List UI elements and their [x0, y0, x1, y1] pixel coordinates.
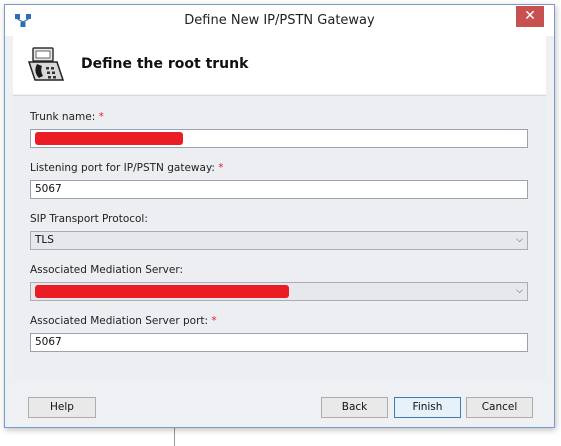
background-window-bottom: [0, 428, 561, 446]
sip-transport-label: SIP Transport Protocol:: [30, 213, 148, 225]
finish-button[interactable]: Finish: [394, 397, 461, 418]
chevron-down-icon: ⌵: [516, 235, 523, 245]
cancel-button[interactable]: Cancel: [466, 397, 533, 418]
fax-phone-icon: [27, 47, 65, 81]
mediation-server-select[interactable]: ⌵: [30, 282, 528, 301]
button-bar: Help Back Finish Cancel: [13, 379, 546, 423]
redaction-mark: [35, 285, 289, 298]
wizard-header: Define the root trunk: [13, 36, 546, 94]
define-gateway-dialog: Define New IP/PSTN Gateway ✕ Define the …: [4, 4, 555, 428]
wizard-step-title: Define the root trunk: [81, 56, 249, 72]
sip-transport-selected: TLS: [35, 234, 54, 246]
listening-port-input[interactable]: 5067: [30, 180, 528, 199]
mediation-port-label-text: Associated Mediation Server port:: [30, 315, 209, 327]
trunk-name-input[interactable]: [30, 129, 528, 148]
window-title: Define New IP/PSTN Gateway: [184, 13, 375, 28]
trunk-name-label-text: Trunk name:: [30, 111, 96, 123]
sip-transport-select[interactable]: TLS ⌵: [30, 231, 528, 250]
required-marker: *: [211, 315, 217, 327]
title-bar: Define New IP/PSTN Gateway ✕: [5, 5, 554, 36]
mediation-server-label: Associated Mediation Server:: [30, 264, 184, 276]
redaction-mark: [35, 132, 183, 145]
trunk-name-label: Trunk name: *: [30, 111, 104, 123]
close-button[interactable]: ✕: [516, 6, 544, 27]
help-button[interactable]: Help: [28, 397, 96, 418]
form-panel: Trunk name: * Listening port for IP/PSTN…: [13, 95, 546, 379]
required-marker: *: [98, 111, 104, 123]
background-divider: [174, 428, 175, 446]
mediation-port-input[interactable]: 5067: [30, 333, 528, 352]
mediation-port-label: Associated Mediation Server port: *: [30, 315, 217, 327]
chevron-down-icon: ⌵: [516, 286, 523, 296]
listening-port-label-text: Listening port for IP/PSTN gateway:: [30, 162, 215, 174]
back-button[interactable]: Back: [321, 397, 388, 418]
required-marker: *: [218, 162, 224, 174]
listening-port-label: Listening port for IP/PSTN gateway: *: [30, 162, 224, 174]
screen: Define New IP/PSTN Gateway ✕ Define the …: [0, 0, 561, 446]
